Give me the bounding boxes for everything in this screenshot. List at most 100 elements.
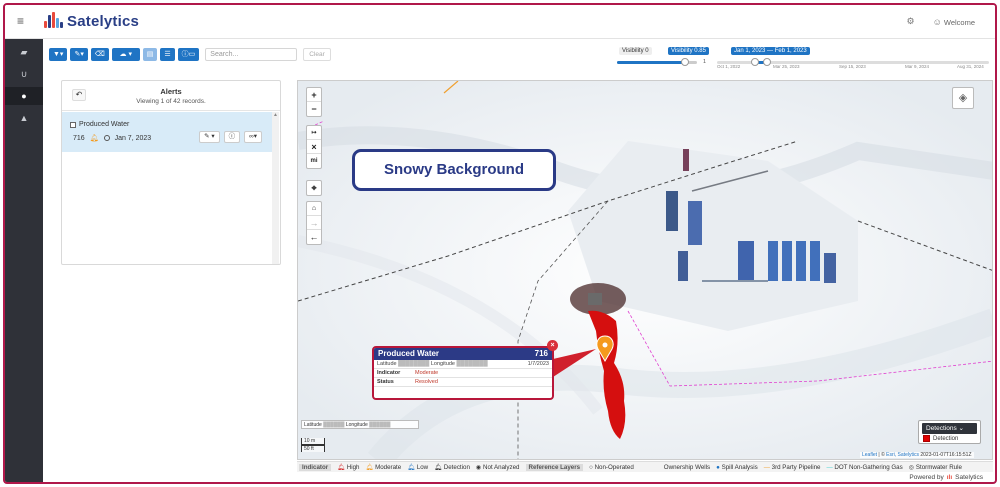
app-logo[interactable]: Satelytics <box>43 11 139 31</box>
clear-measure-button[interactable]: × <box>307 140 321 154</box>
magnet-icon[interactable]: ∪ <box>5 65 43 83</box>
filter-button[interactable]: ▼▾ <box>49 47 68 61</box>
hamburger-menu-icon[interactable]: ≡ <box>17 14 24 28</box>
visibility-slider: Visibility 0 Visibility 0.85 1 <box>617 45 709 69</box>
units-toggle-button[interactable]: mi <box>307 154 321 168</box>
popup-indicator-row: Indicator Moderate <box>374 369 552 378</box>
date-tick: Mar 9, 2024 <box>905 64 930 69</box>
popup-status-label: Status <box>377 379 394 385</box>
detection-swatch <box>923 435 930 442</box>
map-toolbar: ▼▾ ✎▾ ⌫ ☁ ▾ ▤ ☰ ⓘ▭ Search... Clear <box>49 47 331 61</box>
alert-list-item[interactable]: Produced Water 716 🔔︎ Jan 7, 2023 ✎ ▾ ⓘ … <box>62 112 272 152</box>
popup-status-row: Status Resolved <box>374 378 552 387</box>
settings-cogs-icon[interactable]: ⚙ <box>907 16 915 27</box>
layers-button[interactable]: ◈ <box>952 87 974 109</box>
legend-bar: Indicator 🔔︎ High 🔔︎ Moderate 🔔︎ Low 🔔︎ … <box>297 461 993 472</box>
visibility-value-label: Visibility 0.85 <box>668 47 709 55</box>
app-frame: ≡ Satelytics ⚙ ☺ Welcome ▰ ∪ ● ▲ ▼▾ ✎▾ ⌫… <box>3 3 997 484</box>
detection-popup: Produced Water 716 Latitude ████████ Lon… <box>372 346 554 400</box>
zoom-in-button[interactable]: + <box>307 88 321 102</box>
date-tick: Mar 25, 2023 <box>773 64 800 69</box>
alerts-title: Alerts <box>160 87 182 96</box>
edit-alert-button[interactable]: ✎ ▾ <box>199 131 220 143</box>
legend-moderate-label: Moderate <box>375 464 402 471</box>
legend-not-analyzed-label: Not Analyzed <box>483 463 520 471</box>
satelytics-logo-icon <box>43 11 63 31</box>
eye-slash-icon: ◉ <box>475 463 482 471</box>
visibility-handle[interactable] <box>681 58 689 66</box>
detection-label: Detection <box>933 435 959 442</box>
clear-button[interactable]: Clear <box>303 47 331 61</box>
home-icon: ⌂ <box>311 205 317 212</box>
info-button[interactable]: ⓘ <box>223 131 241 143</box>
cloud-download-button[interactable]: ☁ ▾ <box>111 47 140 61</box>
detections-title: Detections <box>926 425 957 432</box>
popup-title: Produced Water <box>378 349 440 358</box>
satellite-imagery <box>298 81 992 459</box>
legend-not-analyzed: ◉ Not Analyzed <box>476 464 520 471</box>
legend-non-operated: ○ Non-Operated <box>589 464 634 471</box>
forward-button[interactable]: → <box>307 216 321 230</box>
scroll-up-icon[interactable]: ▲ <box>272 112 279 118</box>
document-icon: ▤ <box>146 51 154 58</box>
line-icon: — <box>763 463 770 471</box>
arrow-right-icon: → <box>309 218 319 228</box>
cursor-coordinates: Latitude ██████ Longitude ██████ <box>301 420 419 429</box>
chevron-down-icon: ⌄ <box>958 425 964 432</box>
nav-controls: ⌂ → ← <box>306 201 322 245</box>
user-area: ⚙ ☺ Welcome <box>907 16 976 27</box>
app-name: Satelytics <box>67 12 140 30</box>
zoom-out-button[interactable]: − <box>307 102 321 116</box>
home-button[interactable]: ⌂ <box>307 202 321 216</box>
bell-icon: 🔔︎ <box>434 464 443 471</box>
user-menu[interactable]: ☺ Welcome <box>933 17 975 27</box>
measure-controls: ↦ × mi <box>306 125 322 169</box>
folder-icon[interactable]: ▰ <box>5 43 43 61</box>
measure-distance-button[interactable]: ↦ <box>307 126 321 140</box>
close-icon: × <box>550 342 555 349</box>
legend-dot-gas: — DOT Non-Gathering Gas <box>826 464 902 471</box>
circle-icon: ◎ <box>908 463 915 471</box>
date-tick: Oct 1, 2022 <box>717 64 741 69</box>
alert-date: Jan 7, 2023 <box>114 134 152 142</box>
legend-high: 🔔︎ High <box>337 463 359 471</box>
scale-imperial: 50 ft <box>301 445 325 452</box>
search-input[interactable]: Search... <box>205 47 298 61</box>
image-timestamp: 2023-01-07T16:15:51Z <box>920 452 972 458</box>
back-view-button[interactable]: ← <box>307 230 321 244</box>
popup-indicator-label: Indicator <box>377 370 401 376</box>
list-button[interactable]: ☰ <box>160 47 175 61</box>
popup-location-row: Latitude ████████ Longitude ████████ 1/7… <box>374 360 552 369</box>
bell-icon: 🔔︎ <box>337 464 345 471</box>
left-sidebar: ▰ ∪ ● ▲ <box>5 39 43 482</box>
legend-stormwater-label: Stormwater Rule <box>915 463 962 471</box>
status-circle-icon <box>103 135 110 141</box>
alerts-header: ↶ Alerts Viewing 1 of 42 records. <box>62 81 280 111</box>
legend-dot-gas-label: DOT Non-Gathering Gas <box>834 463 903 471</box>
water-drop-icon[interactable]: ● <box>5 87 43 105</box>
back-button[interactable]: ↶ <box>72 89 86 101</box>
popup-close-button[interactable]: × <box>547 340 558 351</box>
info-toggle-button[interactable]: ⓘ▭ <box>177 47 200 61</box>
detections-dropdown[interactable]: Detections ⌄ <box>922 423 977 434</box>
alert-checkbox[interactable] <box>70 121 76 128</box>
powered-by-label: Powered by <box>909 474 944 481</box>
locate-button[interactable]: ⌖ <box>307 181 321 195</box>
alerts-scrollbar[interactable]: ▲ <box>272 112 279 264</box>
eraser-button[interactable]: ⌫ <box>90 47 109 61</box>
legend-detection-label: Detection <box>443 464 470 471</box>
document-button[interactable]: ▤ <box>142 47 158 61</box>
esri-link[interactable]: Esri, Satelytics <box>886 452 919 458</box>
snowy-background-callout: Snowy Background <box>352 149 556 191</box>
edit-menu-button[interactable]: ✎▾ <box>70 47 88 61</box>
binoculars-button[interactable]: ∞▾ <box>244 131 262 143</box>
leaflet-link[interactable]: Leaflet <box>862 452 877 458</box>
indicator-legend-title: Indicator <box>299 463 332 471</box>
popup-lng-label: Longitude <box>430 361 455 367</box>
measure-icon: ↦ <box>311 130 317 136</box>
map-view[interactable]: + − ↦ × mi ⌖ ⌂ → ← ◈ <box>297 80 993 460</box>
minus-icon: − <box>311 104 317 114</box>
warning-icon[interactable]: ▲ <box>5 109 43 127</box>
legend-stormwater: ◎ Stormwater Rule <box>909 464 962 471</box>
edit-icon: ✎▾ <box>74 51 84 58</box>
